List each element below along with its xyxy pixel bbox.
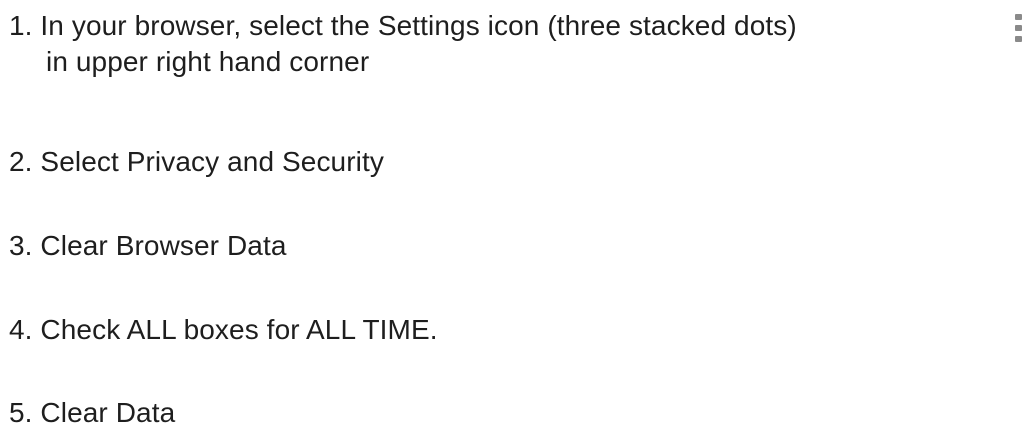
dot-icon: [1014, 14, 1022, 20]
step-3-text: 3. Clear Browser Data: [9, 230, 287, 261]
step-1-text: 1. In your browser, select the Settings …: [9, 10, 797, 41]
step-1-continuation-text: in upper right hand corner: [46, 46, 370, 77]
step-5-text: 5. Clear Data: [9, 397, 176, 428]
dot-icon: [1014, 36, 1022, 42]
step-2-text: 2. Select Privacy and Security: [9, 146, 384, 177]
dot-icon: [1014, 25, 1022, 31]
instructions-document: 1. In your browser, select the Settings …: [0, 0, 1031, 432]
settings-three-dots-icon: [1013, 14, 1023, 42]
step-4-text: 4. Check ALL boxes for ALL TIME.: [9, 314, 438, 345]
